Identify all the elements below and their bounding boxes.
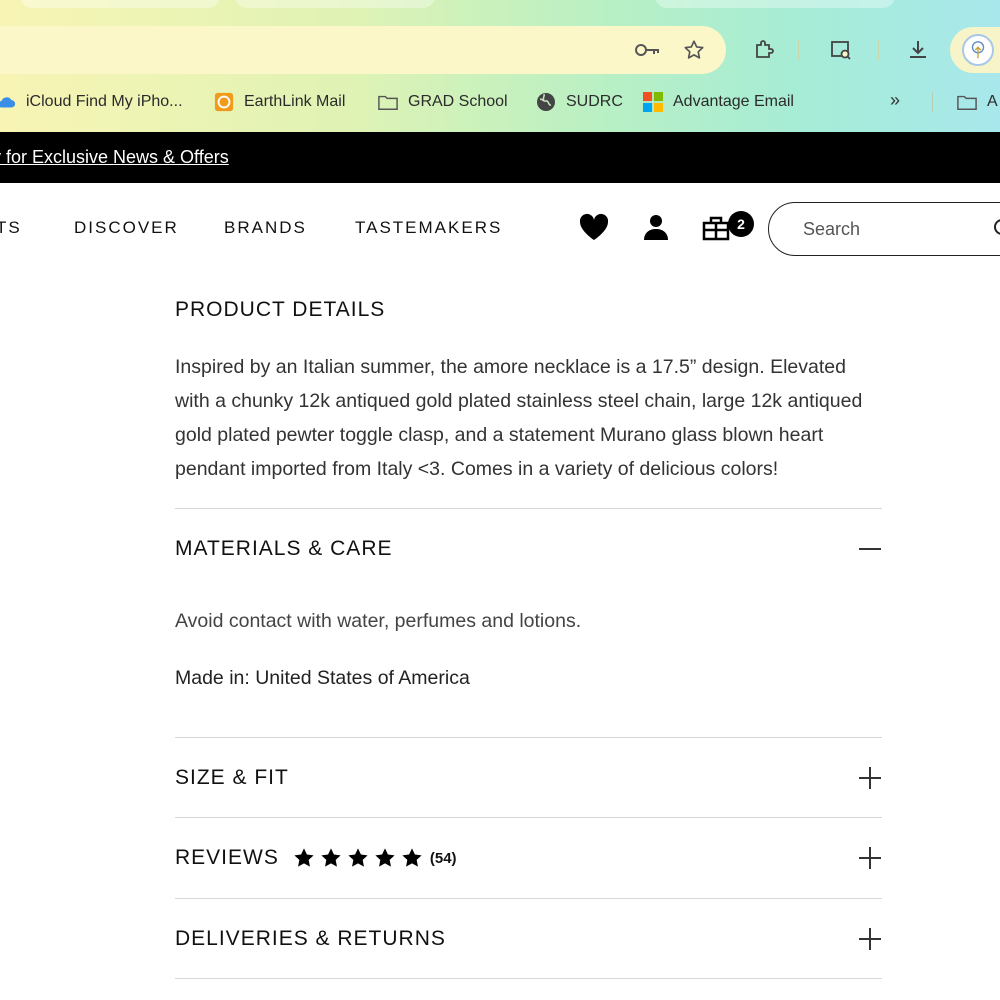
heart-icon[interactable] xyxy=(578,211,610,243)
star-icon xyxy=(294,848,314,867)
accordion-deliveries-returns[interactable]: DELIVERIES & RETURNS xyxy=(175,919,882,959)
folder-icon xyxy=(957,92,977,112)
made-in: Made in: United States of America xyxy=(175,667,470,689)
search-placeholder: Search xyxy=(803,219,861,239)
accordion-label: SIZE & FIT xyxy=(175,766,289,789)
divider xyxy=(175,737,882,738)
bookmark-grad-school[interactable]: GRAD School xyxy=(378,90,508,114)
star-rating: (54) xyxy=(293,847,457,869)
search-input[interactable]: Search xyxy=(768,202,1000,256)
address-bar[interactable] xyxy=(0,26,726,74)
tab-search-icon[interactable] xyxy=(825,34,857,66)
care-instructions: Avoid contact with water, perfumes and l… xyxy=(175,610,582,632)
review-count[interactable]: (54) xyxy=(430,850,457,867)
accordion-label: REVIEWS xyxy=(175,846,279,869)
star-icon[interactable] xyxy=(680,36,708,64)
bookmark-advantage-email[interactable]: Advantage Email xyxy=(643,90,794,114)
bookmark-label: Advantage Email xyxy=(673,93,794,110)
tab-strip xyxy=(0,0,1000,16)
bookmark-label: EarthLink Mail xyxy=(244,93,346,110)
star-icon xyxy=(348,848,368,867)
bookmarks-bar: iCloud Find My iPho... EarthLink Mail GR… xyxy=(0,84,1000,120)
extensions-icon[interactable] xyxy=(748,34,780,66)
browser-tab[interactable] xyxy=(655,0,895,8)
bookmarks-overflow-button[interactable]: » xyxy=(890,90,900,111)
plus-icon[interactable] xyxy=(858,766,882,790)
divider xyxy=(175,817,882,818)
accordion-label: MATERIALS & CARE xyxy=(175,537,393,560)
star-icon xyxy=(375,848,395,867)
microsoft-icon xyxy=(643,92,663,112)
browser-tab[interactable] xyxy=(235,0,435,8)
star-icon xyxy=(321,848,341,867)
toolbar-separator xyxy=(798,40,799,60)
bookmark-earthlink[interactable]: EarthLink Mail xyxy=(214,90,345,114)
star-icon xyxy=(402,848,422,867)
cart-icon[interactable] xyxy=(700,211,732,243)
nav-item-partial[interactable]: TS xyxy=(0,218,22,238)
plus-icon[interactable] xyxy=(858,846,882,870)
search-icon[interactable] xyxy=(993,218,1000,240)
bookmark-sudrc[interactable]: SUDRC xyxy=(536,90,623,114)
nav-item-discover[interactable]: DISCOVER xyxy=(74,218,179,238)
cart-count-badge: 2 xyxy=(728,211,754,237)
accordion-size-fit[interactable]: SIZE & FIT xyxy=(175,758,882,798)
earthlink-icon xyxy=(214,92,234,112)
download-icon[interactable] xyxy=(902,34,934,66)
divider xyxy=(175,978,882,979)
minus-icon[interactable] xyxy=(858,537,882,561)
folder-icon xyxy=(378,92,398,112)
browser-tab[interactable] xyxy=(20,0,220,8)
nav-item-tastemakers[interactable]: TASTEMAKERS xyxy=(355,218,502,238)
bookmark-label: iCloud Find My iPho... xyxy=(26,93,183,110)
bookmark-label: SUDRC xyxy=(566,93,623,110)
plus-icon[interactable] xyxy=(858,927,882,951)
promo-link[interactable]: y for Exclusive News & Offers xyxy=(0,147,229,168)
browser-chrome: iCloud Find My iPho... EarthLink Mail GR… xyxy=(0,0,1000,132)
cloud-icon xyxy=(0,92,16,112)
divider xyxy=(175,898,882,899)
bookmark-folder-partial[interactable]: A xyxy=(957,90,998,114)
accordion-label: DELIVERIES & RETURNS xyxy=(175,927,446,950)
product-description: Inspired by an Italian summer, the amore… xyxy=(175,356,863,480)
bookmarks-separator xyxy=(932,92,933,112)
toolbar-separator xyxy=(878,40,879,60)
bookmark-icloud[interactable]: iCloud Find My iPho... xyxy=(0,90,183,114)
account-icon[interactable] xyxy=(640,211,672,243)
key-icon[interactable] xyxy=(634,36,662,64)
accordion-reviews[interactable]: REVIEWS (54) xyxy=(175,838,882,878)
globe-icon xyxy=(536,92,556,112)
product-details-heading: PRODUCT DETAILS xyxy=(175,298,386,321)
bookmark-label: A xyxy=(987,93,998,110)
divider xyxy=(175,508,882,509)
nav-item-brands[interactable]: BRANDS xyxy=(224,218,307,238)
profile-icon[interactable] xyxy=(962,34,994,66)
promo-banner: y for Exclusive News & Offers xyxy=(0,132,1000,183)
bookmark-label: GRAD School xyxy=(408,93,508,110)
accordion-materials-care[interactable]: MATERIALS & CARE xyxy=(175,529,882,569)
